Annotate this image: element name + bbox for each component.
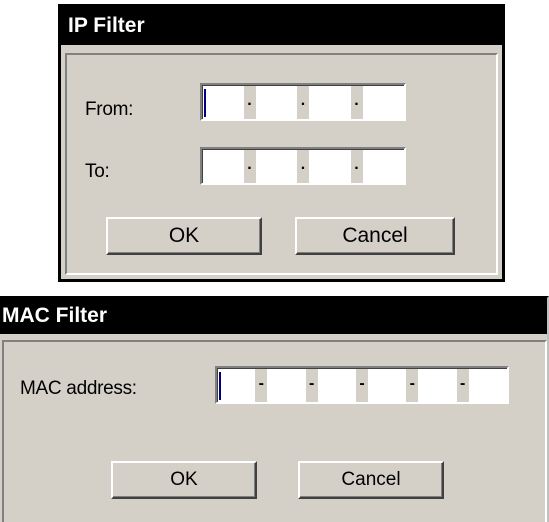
ip-separator: . (297, 149, 309, 183)
mac-octet-1[interactable] (217, 368, 255, 402)
to-ip-octet-2[interactable] (256, 149, 298, 183)
mac-ok-button[interactable]: OK (111, 461, 257, 499)
mac-address-label: MAC address: (20, 378, 137, 399)
mac-separator: - (305, 368, 318, 402)
ip-separator: . (243, 149, 256, 183)
to-label: To: (85, 161, 110, 182)
ip-separator: . (297, 85, 309, 119)
mac-separator: - (255, 368, 268, 402)
mac-separator: - (355, 368, 368, 402)
from-label: From: (85, 99, 134, 120)
to-ip-field[interactable]: . . . (200, 147, 406, 185)
from-ip-octet-2[interactable] (256, 85, 298, 119)
ip-separator: . (350, 149, 363, 183)
from-ip-octet-3[interactable] (309, 85, 351, 119)
from-ip-field[interactable]: . . . (200, 83, 406, 121)
from-ip-octet-4[interactable] (363, 85, 405, 119)
mac-separator: - (456, 368, 469, 402)
mac-filter-title: MAC Filter (0, 298, 547, 334)
ip-separator: . (350, 85, 363, 119)
mac-octet-6[interactable] (469, 368, 507, 402)
mac-octet-2[interactable] (267, 368, 305, 402)
mac-octet-4[interactable] (368, 368, 406, 402)
mac-cancel-button[interactable]: Cancel (298, 461, 444, 499)
to-ip-octet-3[interactable] (309, 149, 351, 183)
to-ip-octet-4[interactable] (363, 149, 405, 183)
mac-address-field[interactable]: - - - - - (215, 366, 509, 404)
ip-ok-button[interactable]: OK (106, 217, 262, 255)
mac-octet-3[interactable] (318, 368, 356, 402)
ip-cancel-button[interactable]: Cancel (295, 217, 455, 255)
mac-separator: - (406, 368, 419, 402)
ip-filter-title: IP Filter (61, 7, 502, 45)
ip-filter-dialog: IP Filter From: . . . To: . . . OK Cance… (58, 4, 505, 282)
to-ip-octet-1[interactable] (202, 149, 244, 183)
mac-octet-5[interactable] (418, 368, 456, 402)
ip-separator: . (243, 85, 256, 119)
mac-filter-dialog: MAC Filter MAC address: - - - - - OK Can… (0, 296, 549, 522)
from-ip-octet-1[interactable] (202, 85, 244, 119)
